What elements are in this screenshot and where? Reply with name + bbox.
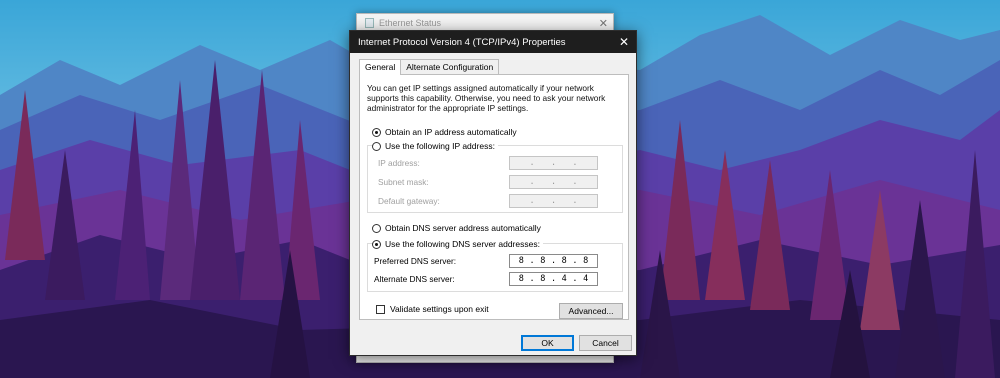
preferred-dns-input[interactable]: 8. 8. 8. 8 — [509, 254, 598, 268]
preferred-dns-octet-3: 8 — [561, 256, 567, 266]
obtain-ip-automatically-radio[interactable] — [372, 127, 381, 137]
advanced-button[interactable]: Advanced... — [559, 303, 623, 319]
use-following-dns-label: Use the following DNS server addresses: — [385, 239, 540, 249]
use-following-ip-option[interactable]: Use the following IP address: — [372, 141, 498, 151]
ethernet-status-title: Ethernet Status — [379, 18, 442, 28]
close-icon[interactable]: ✕ — [599, 17, 608, 30]
validate-settings-option[interactable]: Validate settings upon exit — [376, 304, 489, 314]
obtain-ip-automatically-option[interactable]: Obtain an IP address automatically — [372, 127, 517, 137]
tab-general[interactable]: General — [359, 59, 402, 75]
default-gateway-label: Default gateway: — [378, 196, 440, 206]
description-text: You can get IP settings assigned automat… — [367, 83, 606, 113]
obtain-dns-automatically-radio[interactable] — [372, 223, 381, 233]
subnet-mask-input[interactable]: ... — [509, 175, 598, 189]
alternate-dns-octet-3: 4 — [561, 274, 567, 284]
obtain-ip-automatically-label: Obtain an IP address automatically — [385, 127, 517, 137]
octet-separator: . — [572, 177, 578, 187]
alternate-dns-label: Alternate DNS server: — [374, 274, 455, 284]
dialog-titlebar: Internet Protocol Version 4 (TCP/IPv4) P… — [350, 31, 636, 53]
octet-separator: . — [550, 274, 557, 284]
tab-strip: General Alternate Configuration — [359, 59, 500, 75]
alternate-dns-octet-1: 8 — [518, 274, 524, 284]
use-following-ip-radio[interactable] — [372, 141, 381, 151]
preferred-dns-octet-1: 8 — [518, 256, 524, 266]
obtain-dns-automatically-option[interactable]: Obtain DNS server address automatically — [372, 223, 541, 233]
tab-alternate-configuration[interactable]: Alternate Configuration — [400, 59, 500, 74]
obtain-dns-automatically-label: Obtain DNS server address automatically — [385, 223, 541, 233]
octet-separator: . — [572, 158, 578, 168]
subnet-mask-label: Subnet mask: — [378, 177, 429, 187]
ipv4-properties-dialog: Internet Protocol Version 4 (TCP/IPv4) P… — [349, 30, 637, 356]
preferred-dns-octet-4: 8 — [583, 256, 589, 266]
alternate-dns-octet-4: 4 — [583, 274, 589, 284]
octet-separator: . — [529, 177, 535, 187]
alternate-dns-octet-2: 8 — [540, 274, 546, 284]
validate-settings-label: Validate settings upon exit — [390, 304, 489, 314]
preferred-dns-label: Preferred DNS server: — [374, 256, 457, 266]
cancel-button[interactable]: Cancel — [579, 335, 632, 351]
close-button[interactable]: ✕ — [612, 31, 636, 53]
octet-separator: . — [572, 196, 578, 206]
dialog-title: Internet Protocol Version 4 (TCP/IPv4) P… — [358, 36, 566, 48]
octet-separator: . — [572, 256, 578, 266]
octet-separator: . — [550, 196, 557, 206]
octet-separator: . — [529, 256, 535, 266]
octet-separator: . — [572, 274, 578, 284]
default-gateway-input[interactable]: ... — [509, 194, 598, 208]
general-tab-panel: You can get IP settings assigned automat… — [359, 74, 629, 320]
validate-settings-checkbox[interactable] — [376, 304, 385, 314]
ok-button[interactable]: OK — [521, 335, 574, 351]
octet-separator: . — [550, 158, 557, 168]
use-following-dns-option[interactable]: Use the following DNS server addresses: — [372, 239, 543, 249]
ip-address-input[interactable]: ... — [509, 156, 598, 170]
octet-separator: . — [550, 177, 557, 187]
network-adapter-icon — [365, 18, 374, 28]
octet-separator: . — [550, 256, 557, 266]
use-following-ip-label: Use the following IP address: — [385, 141, 495, 151]
use-following-dns-radio[interactable] — [372, 239, 381, 249]
ip-address-label: IP address: — [378, 158, 420, 168]
octet-separator: . — [529, 196, 535, 206]
preferred-dns-octet-2: 8 — [540, 256, 546, 266]
octet-separator: . — [529, 158, 535, 168]
alternate-dns-input[interactable]: 8. 8. 4. 4 — [509, 272, 598, 286]
octet-separator: . — [529, 274, 535, 284]
